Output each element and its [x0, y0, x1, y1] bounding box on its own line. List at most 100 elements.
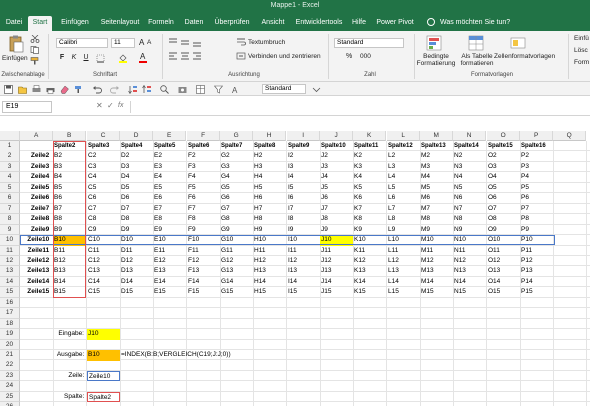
table-cell[interactable]: C6: [87, 193, 120, 204]
output-label[interactable]: Ausgabe:: [53, 350, 86, 361]
input-label[interactable]: Eingabe:: [53, 329, 86, 340]
row-label-cell[interactable]: Zeile12: [20, 256, 53, 267]
row-header-6[interactable]: 6: [0, 193, 20, 204]
table-cell[interactable]: C4: [87, 172, 120, 183]
table-cell[interactable]: D13: [120, 266, 153, 277]
table-cell[interactable]: F12: [187, 256, 220, 267]
table-header-cell[interactable]: Spalte7: [220, 141, 253, 152]
table-cell[interactable]: I4: [287, 172, 320, 183]
table-cell[interactable]: I14: [287, 277, 320, 288]
table-cell[interactable]: M15: [420, 287, 453, 298]
table-cell[interactable]: J4: [320, 172, 353, 183]
table-cell[interactable]: J7: [320, 204, 353, 215]
table-cell[interactable]: F4: [187, 172, 220, 183]
table-cell[interactable]: G11: [220, 246, 253, 257]
table-cell[interactable]: L7: [387, 204, 420, 215]
row-label-cell[interactable]: Zeile14: [20, 277, 53, 288]
table-cell[interactable]: L12: [387, 256, 420, 267]
table-cell[interactable]: E11: [153, 246, 186, 257]
table-cell[interactable]: H7: [253, 204, 286, 215]
table-cell[interactable]: F6: [187, 193, 220, 204]
row-header-10[interactable]: 10: [0, 235, 20, 246]
row-header-14[interactable]: 14: [0, 276, 20, 288]
table-cell[interactable]: M9: [420, 225, 453, 236]
table-cell[interactable]: H12: [253, 256, 286, 267]
table-cell[interactable]: E14: [153, 277, 186, 288]
lookup-input-cell[interactable]: J10: [87, 329, 121, 340]
table-cell[interactable]: O3: [487, 162, 520, 173]
table-cell[interactable]: I9: [287, 225, 320, 236]
row-header-22[interactable]: 22: [0, 360, 20, 371]
sort-ascending-icon[interactable]: [128, 85, 138, 94]
table-cell[interactable]: M13: [420, 266, 453, 277]
table-cell[interactable]: H2: [253, 151, 286, 162]
table-cell[interactable]: M5: [420, 183, 453, 194]
paste-icon[interactable]: [8, 35, 24, 53]
table-cell[interactable]: F15: [187, 287, 220, 298]
table-cell[interactable]: P13: [520, 266, 553, 277]
tab-einfuegen[interactable]: Einfügen: [56, 17, 94, 31]
italic-button[interactable]: K: [70, 53, 78, 62]
table-cell[interactable]: K2: [353, 151, 386, 162]
merge-center-button[interactable]: Verbinden und zentrieren: [248, 53, 321, 60]
table-cell[interactable]: D3: [120, 162, 153, 173]
column-header-b[interactable]: B: [53, 131, 87, 141]
row-label-cell[interactable]: Zeile9: [20, 225, 53, 236]
table-cell[interactable]: K5: [353, 183, 386, 194]
table-header-cell[interactable]: Spalte14: [453, 141, 486, 152]
tab-seitenlayout[interactable]: Seitenlayout: [96, 17, 144, 31]
table-cell[interactable]: J15: [320, 287, 353, 298]
table-cell[interactable]: N9: [453, 225, 486, 236]
increase-font-icon[interactable]: A: [139, 38, 144, 47]
select-all-corner[interactable]: [0, 131, 20, 141]
table-cell[interactable]: O6: [487, 193, 520, 204]
column-header-l[interactable]: L: [387, 131, 421, 141]
column-header-q[interactable]: Q: [553, 131, 587, 141]
table-cell[interactable]: C7: [87, 204, 120, 215]
table-cell[interactable]: N3: [453, 162, 486, 173]
table-cell[interactable]: P11: [520, 246, 553, 257]
table-cell[interactable]: M4: [420, 172, 453, 183]
save-icon[interactable]: [4, 85, 13, 94]
table-cell[interactable]: F9: [187, 225, 220, 236]
table-cell[interactable]: D9: [120, 225, 153, 236]
align-top-icons[interactable]: [168, 37, 216, 47]
table-cell[interactable]: G4: [220, 172, 253, 183]
table-cell[interactable]: G8: [220, 214, 253, 225]
row-header-24[interactable]: 24: [0, 381, 20, 392]
table-cell[interactable]: M3: [420, 162, 453, 173]
row-label-cell[interactable]: Zeile15: [20, 287, 53, 298]
row-header-12[interactable]: 12: [0, 255, 20, 267]
bold-button[interactable]: F: [58, 53, 66, 62]
insert-cells-button[interactable]: Einfü: [574, 35, 589, 42]
table-cell[interactable]: F2: [187, 151, 220, 162]
table-cell[interactable]: I11: [287, 246, 320, 257]
tab-daten[interactable]: Daten: [181, 17, 207, 31]
undo-icon[interactable]: [92, 85, 102, 94]
table-cell[interactable]: L8: [387, 214, 420, 225]
table-cell[interactable]: C5: [87, 183, 120, 194]
cell-styles-button[interactable]: Zellenformatvorlagen: [494, 53, 555, 60]
table-cell[interactable]: H3: [253, 162, 286, 173]
table-cell[interactable]: G6: [220, 193, 253, 204]
name-box[interactable]: E19: [2, 101, 52, 113]
copy-icon[interactable]: [30, 46, 40, 54]
font-size-icon[interactable]: A: [232, 85, 241, 94]
table-cell[interactable]: E8: [153, 214, 186, 225]
table-cell[interactable]: N12: [453, 256, 486, 267]
row-header-8[interactable]: 8: [0, 214, 20, 225]
table-cell[interactable]: M2: [420, 151, 453, 162]
table-cell[interactable]: E3: [153, 162, 186, 173]
table-cell[interactable]: P6: [520, 193, 553, 204]
row-header-13[interactable]: 13: [0, 266, 20, 277]
row-header-26[interactable]: 26: [0, 402, 20, 406]
table-cell[interactable]: J12: [320, 256, 353, 267]
row-header-23[interactable]: 23: [0, 370, 20, 382]
table-cell[interactable]: E2: [153, 151, 186, 162]
column-header-o[interactable]: O: [487, 131, 521, 141]
table-header-cell[interactable]: Spalte4: [120, 141, 153, 152]
format-cells-button[interactable]: Form: [574, 59, 589, 66]
table-cell[interactable]: E7: [153, 204, 186, 215]
table-cell[interactable]: P5: [520, 183, 553, 194]
paint-icon[interactable]: [74, 85, 83, 94]
